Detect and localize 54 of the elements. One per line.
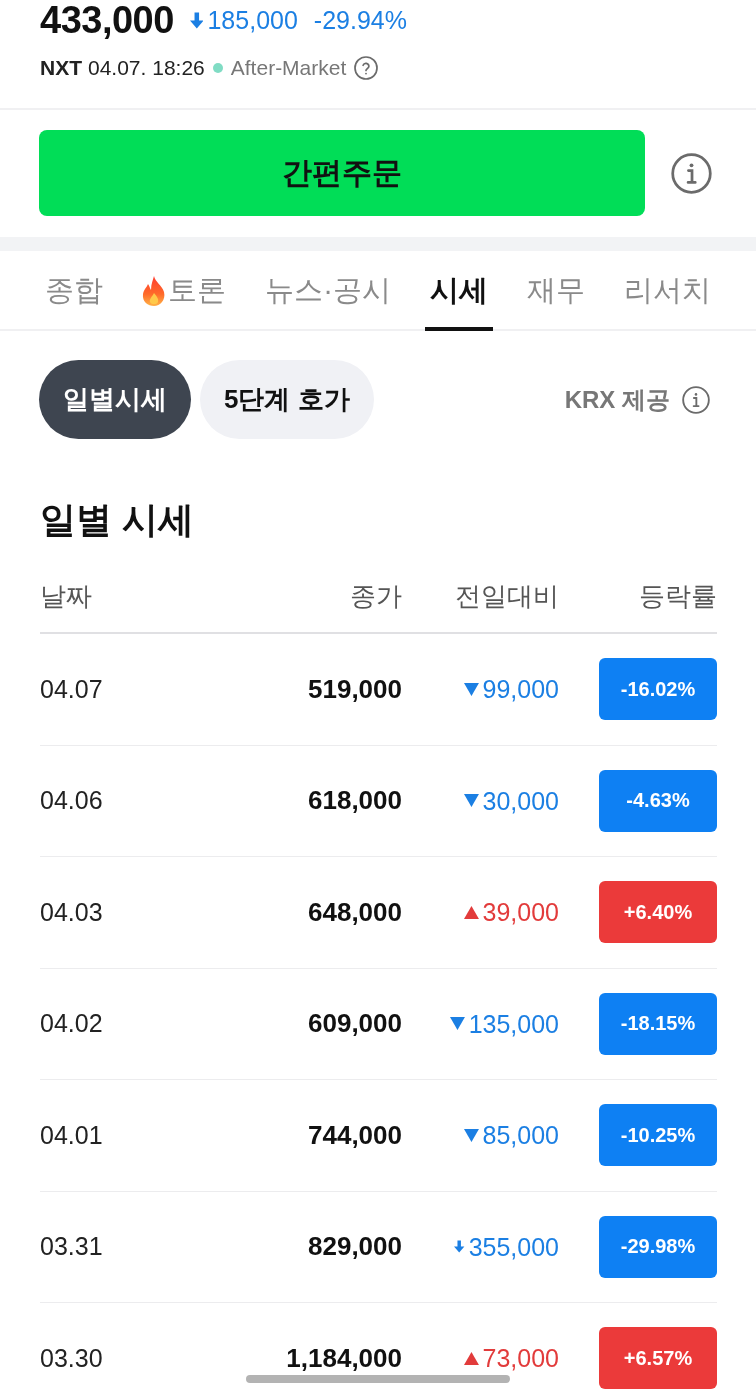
market-venue: NXT xyxy=(40,56,82,80)
date-cell-text: 03.30 xyxy=(40,1343,104,1373)
data-source: KRX 제공 xyxy=(564,384,670,415)
change-cell: 85,000 xyxy=(482,1120,559,1151)
change-rate-badge: -16.02% xyxy=(599,658,717,721)
tab[interactable]: 토론 xyxy=(137,251,232,331)
fire-icon xyxy=(142,276,167,306)
close-price-cell-text: 744,000 xyxy=(307,1119,402,1151)
status-dot-icon xyxy=(212,63,223,73)
session-status: After-Market xyxy=(230,56,347,80)
change-rate-badge: -10.25% xyxy=(599,1104,717,1167)
change-cell: 30,000 xyxy=(482,785,559,816)
section-title: 일별 시세 xyxy=(40,498,195,542)
close-price-cell-text: 609,000 xyxy=(307,1008,402,1040)
change-rate-badge: -18.15% xyxy=(599,992,717,1055)
date-cell-text: 03.31 xyxy=(40,1232,104,1262)
help-icon[interactable] xyxy=(354,56,379,80)
change-cell: 99,000 xyxy=(482,674,559,705)
change-rate-badge: +6.57% xyxy=(599,1327,717,1390)
info-icon[interactable] xyxy=(671,152,712,194)
column-header: 종가 xyxy=(349,579,402,613)
view-toggle-chip[interactable]: 5단계 호가 xyxy=(200,360,374,439)
view-toggle-chip[interactable]: 일별시세 xyxy=(39,360,191,439)
change-cell: 39,000 xyxy=(482,897,559,928)
column-header: 날짜 xyxy=(40,579,93,613)
change-rate-badge: +6.40% xyxy=(599,881,717,944)
tab[interactable]: 리서치 xyxy=(619,251,716,331)
date-cell-text: 04.07 xyxy=(40,674,104,704)
close-price-cell-text: 829,000 xyxy=(307,1231,402,1263)
date-cell-text: 04.01 xyxy=(40,1120,104,1150)
quick-order-button[interactable]: 간편주문 xyxy=(39,130,645,216)
change-rate: -29.94% xyxy=(313,5,407,35)
tab[interactable]: 시세 xyxy=(424,251,493,331)
quote-time: 04.07. 18:26 xyxy=(88,56,205,80)
change-rate-badge: -4.63% xyxy=(599,769,717,832)
tab[interactable]: 뉴스·공시 xyxy=(260,251,396,331)
change-rate-badge: -29.98% xyxy=(599,1215,717,1278)
info-icon[interactable] xyxy=(682,385,710,414)
close-price-cell-text: 1,184,000 xyxy=(285,1342,402,1374)
close-price-cell-text: 519,000 xyxy=(307,673,402,705)
column-header: 전일대비 xyxy=(454,579,559,613)
change-cell: 73,000 xyxy=(482,1343,559,1374)
change-cell: 355,000 xyxy=(468,1231,559,1262)
change-cell: 135,000 xyxy=(468,1008,559,1039)
close-price-cell-text: 618,000 xyxy=(307,785,402,817)
tab[interactable]: 재무 xyxy=(521,251,590,331)
column-header: 등락률 xyxy=(638,579,717,613)
tab[interactable]: 종합 xyxy=(40,251,108,331)
current-price: 433,000 xyxy=(40,0,174,40)
date-cell-text: 04.06 xyxy=(40,786,104,816)
price-change: 185,000 xyxy=(207,5,298,35)
close-price-cell-text: 648,000 xyxy=(307,896,402,928)
date-cell-text: 04.02 xyxy=(40,1009,104,1039)
date-cell-text: 04.03 xyxy=(40,897,104,927)
